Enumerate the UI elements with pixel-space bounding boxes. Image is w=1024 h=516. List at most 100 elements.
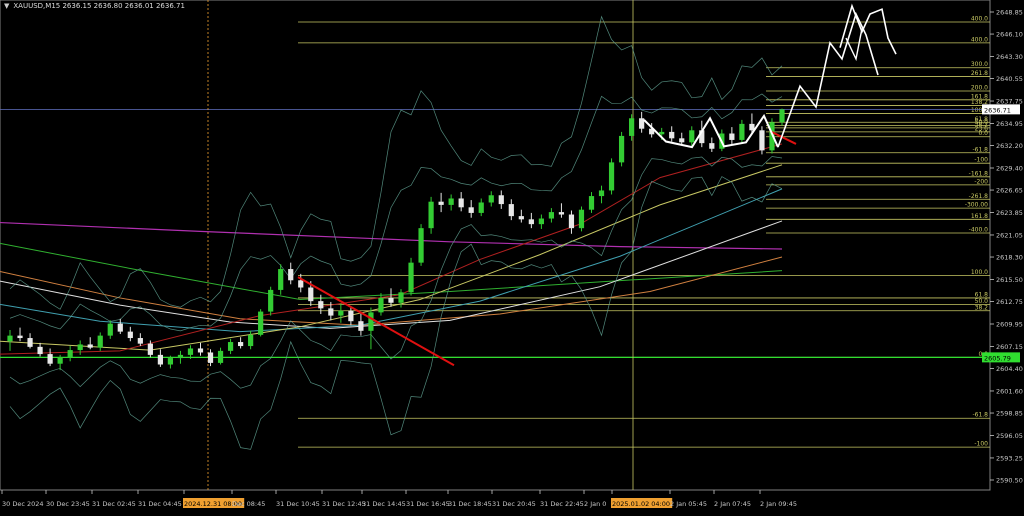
candle-body <box>358 321 364 331</box>
candle-body <box>207 352 214 363</box>
candle-body <box>127 331 133 339</box>
triangle-down-icon[interactable]: ▼ <box>4 2 9 10</box>
y-tick-label: 2632.20 <box>996 142 1023 150</box>
candle-body <box>618 135 625 163</box>
candle-body <box>508 204 514 217</box>
green-level-label: 2605.79 <box>984 354 1011 362</box>
y-tick-label: 2593.25 <box>996 454 1023 462</box>
candle-body <box>87 344 93 348</box>
candle-body <box>278 269 284 290</box>
y-tick-label: 2604.40 <box>996 365 1023 373</box>
symbol-bar: ▼ XAUUSD,M15 2636.15 2636.80 2636.01 2636… <box>4 2 185 10</box>
candle-body <box>639 118 645 129</box>
candle-body <box>689 130 695 143</box>
fib-label: -100 <box>974 157 988 164</box>
candle-body <box>779 109 785 123</box>
candle-body <box>709 143 715 149</box>
y-tick-label: 2609.95 <box>996 321 1023 329</box>
y-tick-label: 2596.05 <box>996 432 1023 440</box>
candle-body <box>568 214 575 229</box>
candle-body <box>498 195 504 205</box>
candle-body <box>669 131 675 139</box>
fib-label: -200 <box>974 178 988 185</box>
x-tick-label: 2025.01.02 04:00 <box>612 500 670 508</box>
y-tick-label: 2598.85 <box>996 410 1023 418</box>
current-price-label: 2636.71 <box>984 106 1011 114</box>
x-tick-label: 31 Dec 18:45 <box>448 500 492 508</box>
y-tick-label: 2626.65 <box>996 187 1023 195</box>
candle-body <box>7 335 13 342</box>
fib-label: 400.0 <box>971 16 988 23</box>
candle-body <box>428 201 434 229</box>
candle-body <box>408 262 414 293</box>
candle-body <box>608 162 615 191</box>
candle-body <box>468 207 474 213</box>
candle-body <box>488 195 494 203</box>
x-tick-label: 30 Dec 23:45 <box>46 500 90 508</box>
x-tick-label: 2 Jan 0 <box>584 500 606 508</box>
x-tick-label: 31 Dec 02:45 <box>92 500 136 508</box>
x-tick-label: 31 Dec 04:45 <box>138 500 182 508</box>
y-tick-label: 2634.95 <box>996 120 1023 128</box>
candle-body <box>157 354 163 365</box>
candle-body <box>197 348 204 353</box>
y-tick-label: 2621.05 <box>996 231 1023 239</box>
x-tick-label: 31 Dec 10:45 <box>276 500 320 508</box>
candle-body <box>338 310 344 316</box>
candle-body <box>258 311 264 335</box>
candle-body <box>588 196 595 210</box>
candle-body <box>187 348 194 355</box>
candle-body <box>558 212 565 215</box>
candle-body <box>448 198 454 205</box>
y-tick-label: 2615.50 <box>996 276 1023 284</box>
x-tick-label: 31 Dec 22:45 <box>540 500 584 508</box>
chart-area[interactable]: 400.0 400.0 300.0 261.8 200.0 161.8 138.2 100.0… <box>0 0 1024 512</box>
candle-body <box>388 297 394 303</box>
symbol-ohlc-text: XAUUSD,M15 2636.15 2636.80 2636.01 2636.… <box>13 2 185 10</box>
candle-body <box>438 201 444 205</box>
candle-body <box>117 323 123 332</box>
candle-body <box>598 190 605 197</box>
candle-body <box>328 308 334 316</box>
candle-body <box>227 342 234 351</box>
candle-body <box>679 138 685 143</box>
candle-body <box>458 198 464 208</box>
y-tick-label: 2640.55 <box>996 75 1023 83</box>
x-tick-label: 2 Jan 05:45 <box>670 500 707 508</box>
fib-label: -261.8 <box>969 193 989 200</box>
price-chart[interactable]: 400.0400.0300.0261.8200.0161.8138.2100.0… <box>0 0 1024 512</box>
candle-body <box>518 216 524 220</box>
y-tick-label: 2643.30 <box>996 53 1023 61</box>
candle-body <box>47 354 53 364</box>
fib-label: 161.8 <box>971 213 988 220</box>
candle-body <box>17 335 23 339</box>
x-tick-label: 31 Dec 16:45 <box>406 500 450 508</box>
x-tick-label: 2 Jan 07:45 <box>714 500 751 508</box>
candle-body <box>97 335 103 348</box>
fib-label: 261.8 <box>971 70 988 77</box>
x-tick-label: 31 Dec 12:45 <box>322 500 366 508</box>
x-tick-label: 31 Dec 20:45 <box>492 500 536 508</box>
candle-body <box>348 310 354 322</box>
fib-label: 38.2 <box>975 304 989 311</box>
candle-body <box>248 334 254 347</box>
fib-label: -61.8 <box>972 412 988 419</box>
fib-label: -61.8 <box>972 146 988 153</box>
fib-label: -400.0 <box>969 226 989 233</box>
candle-body <box>378 297 384 313</box>
candle-body <box>147 343 153 355</box>
candle-body <box>538 218 544 225</box>
candle-body <box>167 358 174 365</box>
candle-body <box>67 350 73 358</box>
candle-body <box>368 312 374 331</box>
candle-body <box>77 344 83 351</box>
y-tick-label: 2612.75 <box>996 298 1023 306</box>
candle-body <box>528 219 534 225</box>
y-tick-label: 2629.40 <box>996 165 1023 173</box>
candle-body <box>137 338 143 344</box>
candle-body <box>398 292 404 303</box>
fib-label: 100.0 <box>971 269 988 276</box>
y-tick-label: 2607.15 <box>996 343 1023 351</box>
candle-body <box>629 118 635 136</box>
candle-body <box>548 212 555 219</box>
